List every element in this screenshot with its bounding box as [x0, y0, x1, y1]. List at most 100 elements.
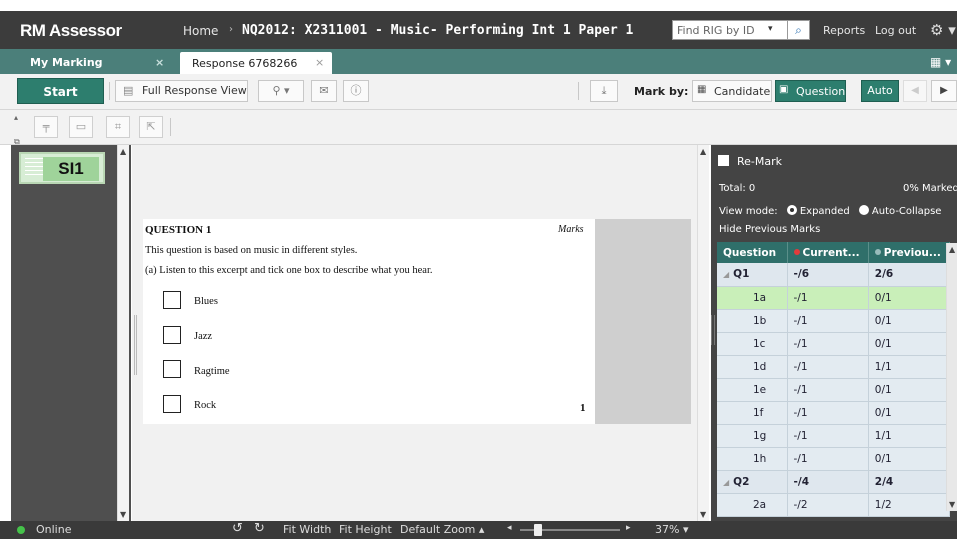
zoom-in-icon[interactable]: ▸	[626, 523, 631, 533]
current-mark-cell: -/1	[787, 447, 869, 471]
layout-grid-icon[interactable]: ▦ ▾	[930, 55, 951, 69]
search-icon[interactable]: ⌕	[787, 21, 809, 39]
top-bar: RM Assessor Home › NQ2012: X2311001 - Mu…	[0, 11, 957, 49]
table-row[interactable]: 2a -/2 1/2	[717, 493, 951, 517]
script-page[interactable]: QUESTION 1 Marks This question is based …	[143, 219, 595, 424]
expand-toolbar-icon[interactable]: ▴ ⧉	[14, 112, 20, 148]
current-mark-cell: -/6	[787, 263, 869, 287]
previous-button[interactable]: ◀	[903, 80, 927, 102]
current-mark-cell: -/1	[787, 378, 869, 402]
gear-icon[interactable]: ⚙ ▾	[930, 21, 956, 39]
current-mark-cell: -/1	[787, 286, 869, 310]
collapse-icon[interactable]: ◢	[723, 270, 729, 279]
scroll-down-icon[interactable]: ▼	[949, 500, 955, 509]
rig-search-field[interactable]: Find RIG by ID ▾ ⌕	[672, 20, 810, 40]
scroll-down-icon[interactable]: ▼	[120, 510, 126, 519]
download-button[interactable]: ⤓	[590, 80, 618, 102]
full-response-view-label: Full Response View	[142, 84, 247, 97]
full-response-view-button[interactable]: ▤ Full Response View	[115, 80, 248, 102]
page-thumbnail[interactable]: SI1	[19, 152, 105, 184]
document-icon: ▤	[123, 84, 134, 97]
viewer-scrollbar[interactable]: ▲ ▼	[697, 145, 709, 521]
chevron-down-icon[interactable]: ▾	[768, 24, 773, 34]
table-row[interactable]: 1h -/1 0/1	[717, 447, 951, 471]
question-cell: ◢ Q2	[717, 470, 788, 494]
table-row[interactable]: 1f -/1 0/1	[717, 401, 951, 425]
tab-my-marking[interactable]: My Marking ×	[18, 52, 174, 72]
fit-width-button[interactable]: Fit Width	[283, 523, 331, 536]
marking-panel: Re-Mark Total: 0 0% Marked View mode: Ex…	[711, 145, 957, 521]
question-icon: ▣	[779, 84, 789, 95]
response-viewer[interactable]: QUESTION 1 Marks This question is based …	[132, 145, 709, 521]
table-row[interactable]: ◢ Q2 -/4 2/4	[717, 470, 951, 494]
marks-table-scrollbar[interactable]: ▲ ▼	[946, 243, 957, 511]
column-header-current[interactable]: Current...	[787, 242, 869, 263]
column-header-question[interactable]: Question	[717, 242, 788, 263]
panel-resize-handle[interactable]	[134, 315, 137, 375]
zoom-level-dropdown[interactable]: 37% ▾	[655, 523, 688, 536]
scroll-up-icon[interactable]: ▲	[949, 245, 955, 254]
panel-resize-handle[interactable]	[711, 315, 715, 345]
tab-label[interactable]: Response 6768266	[192, 57, 297, 70]
message-button[interactable]: ✉	[311, 80, 337, 102]
scroll-up-icon[interactable]: ▲	[700, 147, 706, 156]
mark-by-question-button[interactable]: ▣ Question	[775, 80, 846, 102]
question-id: Q2	[733, 475, 750, 488]
question-cell: 1g	[717, 424, 788, 448]
default-zoom-button[interactable]: Default Zoom ▴	[400, 523, 484, 536]
question-intro: This question is based on music in diffe…	[145, 245, 358, 256]
collapse-icon[interactable]: ◢	[723, 478, 729, 487]
toolbar-divider	[170, 118, 171, 136]
table-row[interactable]: ◢ Q1 -/6 2/6	[717, 263, 951, 287]
home-link[interactable]: Home	[183, 24, 218, 38]
expanded-label[interactable]: Expanded	[800, 206, 850, 217]
options-menu-button[interactable]: ⚲ ▾	[258, 80, 304, 102]
expanded-radio[interactable]	[786, 205, 797, 215]
thumbnail-scrollbar[interactable]: ▲ ▼	[117, 145, 129, 521]
candidate-icon: ▦	[697, 84, 707, 95]
auto-collapse-label[interactable]: Auto-Collapse	[872, 206, 942, 217]
next-button[interactable]: ▶	[931, 80, 957, 102]
auto-collapse-radio[interactable]	[858, 205, 869, 215]
auto-button[interactable]: Auto	[861, 80, 899, 102]
question-part-a: (a) Listen to this excerpt and tick one …	[145, 265, 433, 276]
online-status-label: Online	[36, 523, 72, 536]
reports-link[interactable]: Reports	[823, 24, 865, 37]
page-title: NQ2012: X2311001 - Music- Performing Int…	[242, 23, 634, 38]
page-thumbnail-panel: SI1	[11, 145, 131, 521]
tab-response[interactable]: Response 6768266 ×	[180, 52, 332, 74]
rotate-left-icon[interactable]: ↺	[232, 521, 243, 536]
start-marking-button[interactable]: Start Marking	[17, 78, 104, 125]
table-row[interactable]: 1d -/1 1/1	[717, 355, 951, 379]
scroll-up-icon[interactable]: ▲	[120, 147, 126, 156]
current-mark-cell: -/1	[787, 309, 869, 333]
fit-height-button[interactable]: Fit Height	[339, 523, 392, 536]
marks-column-label: Marks	[558, 224, 584, 235]
comment-tool-icon[interactable]: ▭	[69, 116, 93, 138]
current-mark-cell: -/1	[787, 424, 869, 448]
hide-previous-marks-link[interactable]: Hide Previous Marks	[719, 224, 820, 235]
zoom-slider-handle[interactable]	[534, 524, 542, 536]
rig-search-placeholder[interactable]: Find RIG by ID	[677, 24, 755, 37]
table-row[interactable]: 1g -/1 1/1	[717, 424, 951, 448]
logout-link[interactable]: Log out	[875, 24, 916, 37]
close-icon[interactable]: ×	[315, 56, 324, 69]
table-row[interactable]: 1a -/1 0/1	[717, 286, 951, 310]
highlight-tool-icon[interactable]: ⌗	[106, 116, 130, 138]
scroll-down-icon[interactable]: ▼	[700, 510, 706, 519]
status-bar: Online ↺ ↻ Fit Width Fit Height Default …	[0, 521, 957, 539]
select-tool-icon[interactable]: ⇱	[139, 116, 163, 138]
tab-label[interactable]: My Marking	[30, 56, 103, 69]
exception-button[interactable]: ⓘ	[343, 80, 369, 102]
rotate-right-icon[interactable]: ↻	[254, 521, 265, 536]
table-row[interactable]: 1b -/1 0/1	[717, 309, 951, 333]
table-row[interactable]: 1e -/1 0/1	[717, 378, 951, 402]
table-row[interactable]: 1c -/1 0/1	[717, 332, 951, 356]
column-label: Current...	[802, 246, 860, 259]
current-mark-cell: -/1	[787, 332, 869, 356]
stamp-tool-icon[interactable]: ╤	[34, 116, 58, 138]
mark-by-candidate-button[interactable]: ▦ Candidate	[692, 80, 772, 102]
zoom-out-icon[interactable]: ◂	[507, 523, 512, 533]
column-header-previous[interactable]: Previou...	[868, 242, 951, 263]
close-icon[interactable]: ×	[155, 56, 164, 69]
